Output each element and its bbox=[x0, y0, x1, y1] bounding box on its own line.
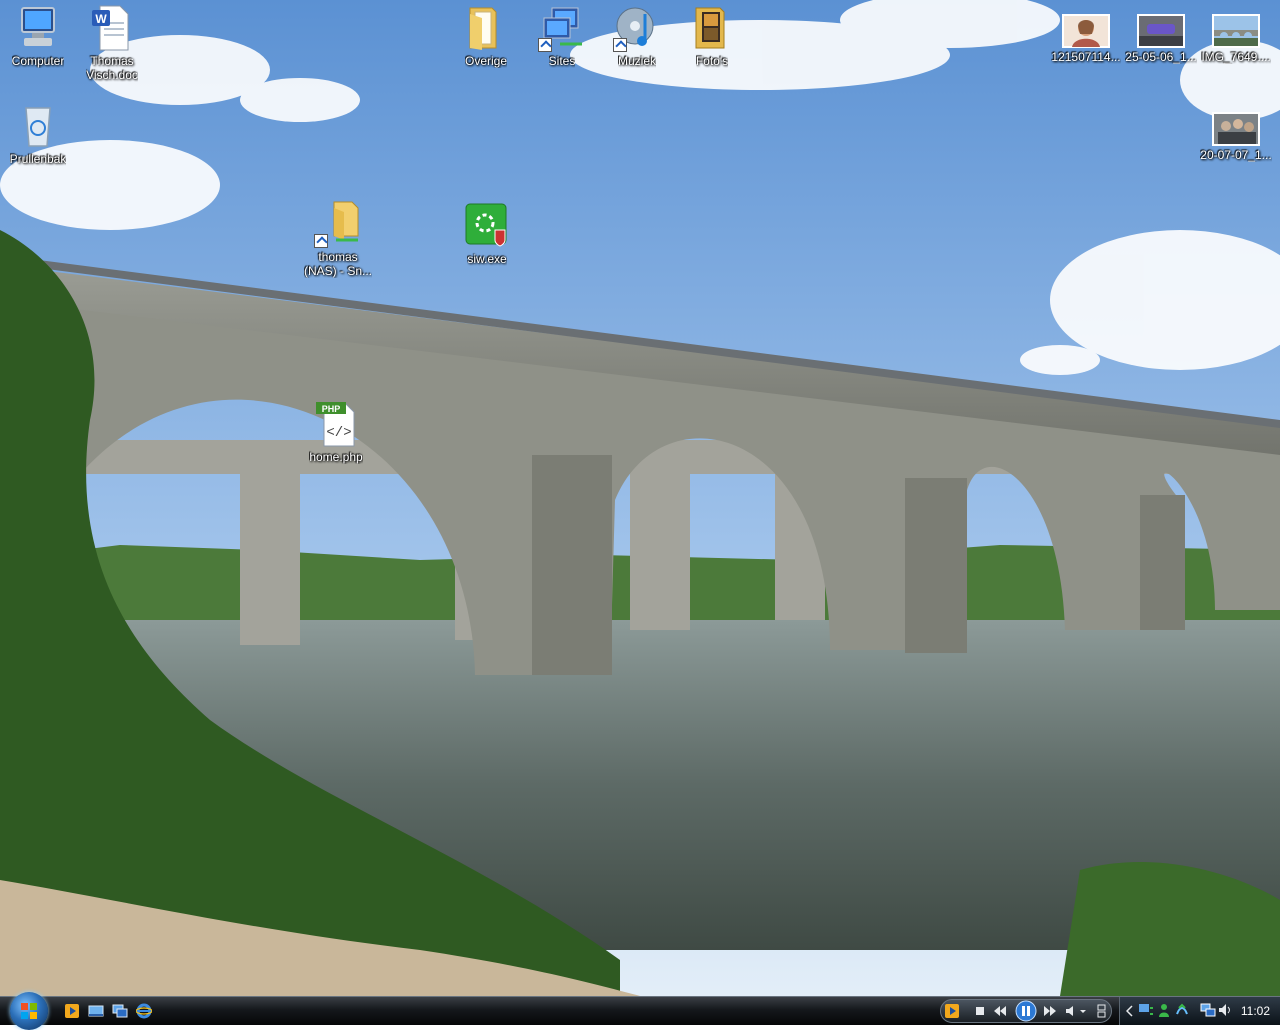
tray-expand-icon[interactable] bbox=[1126, 1005, 1134, 1017]
desktop-icon-sites[interactable]: Sites bbox=[524, 4, 600, 68]
desktop-icon-label: IMG_7649.... bbox=[1201, 50, 1271, 64]
volume-dropdown-icon[interactable] bbox=[1065, 1005, 1087, 1017]
messenger-icon[interactable] bbox=[1156, 1002, 1172, 1018]
stop-icon[interactable] bbox=[975, 1006, 985, 1016]
shortcut-arrow-icon bbox=[613, 38, 627, 52]
media-player-mini-toolbar bbox=[940, 999, 1112, 1023]
pause-icon[interactable] bbox=[1015, 1000, 1037, 1022]
desktop-icon-muziek[interactable]: Muziek bbox=[599, 4, 675, 68]
application-icon bbox=[463, 202, 511, 250]
desktop-icon-label: home.php bbox=[309, 450, 363, 464]
desktop-icon-folder-overige[interactable]: Overige bbox=[448, 4, 524, 68]
shortcut-arrow-icon bbox=[314, 234, 328, 248]
taskbar-clock[interactable]: 11:02 bbox=[1241, 1004, 1270, 1018]
image-thumbnail-icon bbox=[1137, 14, 1185, 48]
desktop-icon-image-25-05-06[interactable]: 25-05-06_1... bbox=[1123, 14, 1199, 64]
image-thumbnail-icon bbox=[1212, 14, 1260, 48]
desktop-icon-nas-shortcut[interactable]: thomas (NAS) - Sn... bbox=[300, 200, 376, 278]
desktop-icon-label: 20-07-07_1... bbox=[1200, 148, 1272, 162]
network-shortcut-icon bbox=[538, 4, 586, 52]
php-badge: PHP bbox=[322, 404, 341, 414]
desktop-icon-label: Prullenbak bbox=[9, 152, 67, 166]
svg-text:W: W bbox=[95, 12, 107, 26]
media-player-small-icon[interactable] bbox=[945, 1004, 959, 1018]
network-status-icon[interactable] bbox=[1138, 1002, 1154, 1018]
music-folder-icon bbox=[613, 4, 661, 52]
taskbar: 11:02 bbox=[0, 992, 1280, 1030]
desktop-icon-label: Muziek bbox=[617, 54, 656, 68]
update-icon[interactable] bbox=[1174, 1002, 1190, 1018]
start-button[interactable] bbox=[10, 992, 48, 1030]
desktop-icon-image-img-7649[interactable]: IMG_7649.... bbox=[1198, 14, 1274, 64]
desktop-wallpaper bbox=[0, 0, 1280, 996]
desktop-icon-label: Foto's bbox=[695, 54, 729, 68]
volume-icon[interactable] bbox=[1218, 1003, 1232, 1017]
network-connection-icon[interactable] bbox=[1200, 1002, 1216, 1018]
shortcut-arrow-icon bbox=[538, 38, 552, 52]
switch-windows-icon[interactable] bbox=[112, 1003, 128, 1019]
desktop-icon-label: 121507114... bbox=[1051, 50, 1121, 64]
show-desktop-icon[interactable] bbox=[88, 1003, 104, 1019]
restore-player-icon[interactable] bbox=[1097, 1004, 1107, 1018]
desktop-icon-label: thomas (NAS) - Sn... bbox=[303, 250, 372, 278]
image-thumbnail-icon bbox=[1212, 112, 1260, 146]
network-folder-icon bbox=[314, 200, 362, 248]
folder-icon bbox=[462, 4, 510, 52]
desktop-icon-siw-exe[interactable]: siw.exe bbox=[449, 202, 525, 266]
desktop-icon-word-document[interactable]: W Thomas Visch.doc bbox=[74, 4, 150, 82]
desktop-icon-computer[interactable]: Computer bbox=[0, 4, 76, 68]
pictures-folder-icon bbox=[688, 4, 736, 52]
system-tray: 11:02 bbox=[1119, 997, 1280, 1025]
desktop-icon-recycle-bin[interactable]: Prullenbak bbox=[0, 102, 76, 166]
desktop-icon-label: Overige bbox=[464, 54, 508, 68]
image-thumbnail-icon bbox=[1062, 14, 1110, 48]
next-icon[interactable] bbox=[1043, 1005, 1057, 1017]
desktop-icon-label: 25-05-06_1... bbox=[1125, 50, 1197, 64]
desktop-icon-label: siw.exe bbox=[467, 252, 507, 266]
recycle-bin-icon bbox=[14, 102, 62, 150]
svg-text:</>: </> bbox=[326, 425, 351, 441]
internet-explorer-icon[interactable] bbox=[136, 1003, 152, 1019]
previous-icon[interactable] bbox=[993, 1005, 1007, 1017]
word-document-icon: W bbox=[88, 4, 136, 52]
desktop-icon-fotos[interactable]: Foto's bbox=[674, 4, 750, 68]
desktop-icon-image-20-07-07[interactable]: 20-07-07_1... bbox=[1198, 112, 1274, 162]
computer-icon bbox=[14, 4, 62, 52]
php-file-icon: PHP </> bbox=[312, 400, 360, 448]
desktop-icon-label: Thomas Visch.doc bbox=[86, 54, 138, 82]
desktop-icon-image-121507114[interactable]: 121507114... bbox=[1048, 14, 1124, 64]
desktop-icon-home-php[interactable]: PHP </> home.php bbox=[298, 400, 374, 464]
desktop-icon-label: Sites bbox=[548, 54, 576, 68]
desktop-icon-label: Computer bbox=[11, 54, 65, 68]
windows-flag-icon bbox=[21, 1003, 37, 1019]
media-player-icon[interactable] bbox=[64, 1003, 80, 1019]
